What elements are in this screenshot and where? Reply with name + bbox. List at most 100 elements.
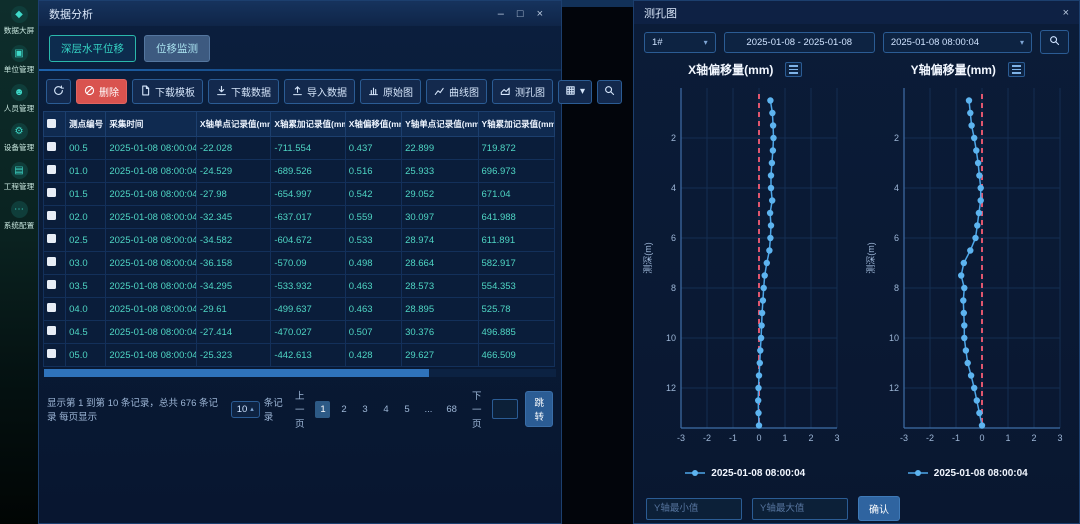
window-titlebar: 数据分析 – □ × <box>39 1 561 26</box>
columns-button[interactable]: ▾ <box>558 80 592 104</box>
toolbar-right: ▾ <box>558 80 622 104</box>
table-row[interactable]: 01.02025-01-08 08:00:04-24.529-689.5260.… <box>44 160 555 183</box>
confirm-button[interactable]: 确认 <box>858 496 900 521</box>
toolbar-button-bar-chart[interactable]: 原始图 <box>360 79 421 104</box>
data-point <box>760 297 766 303</box>
menu-icon[interactable] <box>785 62 802 77</box>
tab-1[interactable]: 深层水平位移 <box>49 35 136 62</box>
pagination-summary: 显示第 1 到第 10 条记录，总共 676 条记录 每页显示 <box>47 395 227 423</box>
row-checkbox[interactable] <box>47 188 56 197</box>
sidebar-item-2[interactable]: ▣单位管理 <box>0 45 38 75</box>
x-chart-title: X轴偏移量(mm) <box>688 61 773 78</box>
toolbar-button-curve-chart[interactable]: 曲线图 <box>426 79 487 104</box>
next-page-button[interactable]: 下一页 <box>468 385 486 433</box>
toolbar-button-area-chart[interactable]: 测孔图 <box>492 79 553 104</box>
table-cell: 2025-01-08 08:00:04 <box>106 344 197 367</box>
settings-icon: ⋯ <box>11 201 28 218</box>
table-cell: 02.0 <box>66 206 106 229</box>
sidebar-item-6[interactable]: ⋯系统配置 <box>0 201 38 231</box>
row-checkbox[interactable] <box>47 349 56 358</box>
file-icon <box>140 85 151 99</box>
y-min-input[interactable] <box>646 498 742 520</box>
row-checkbox[interactable] <box>47 142 56 151</box>
table-cell: 0.533 <box>345 229 401 252</box>
toolbar-button-file[interactable]: 下载模板 <box>132 79 203 104</box>
y-tick-label: 12 <box>889 383 899 393</box>
table-row[interactable]: 04.02025-01-08 08:00:04-29.61-499.6370.4… <box>44 298 555 321</box>
close-icon[interactable]: × <box>1063 7 1069 19</box>
chart-search-button[interactable] <box>1040 30 1069 54</box>
table-row[interactable]: 03.52025-01-08 08:00:04-34.295-533.9320.… <box>44 275 555 298</box>
page-ellipsis: ... <box>420 401 436 418</box>
data-point <box>971 385 977 391</box>
x-chart-legend: 2025-01-08 08:00:04 <box>685 464 805 482</box>
point-select[interactable]: 1# ▾ <box>644 32 716 53</box>
select-all-checkbox[interactable] <box>47 119 56 128</box>
row-checkbox[interactable] <box>47 303 56 312</box>
menu-icon[interactable] <box>1008 62 1025 77</box>
row-checkbox[interactable] <box>47 211 56 220</box>
close-icon[interactable]: × <box>537 8 543 20</box>
sidebar-item-1[interactable]: ◆数据大屏 <box>0 6 38 36</box>
table-cell: 466.509 <box>478 344 555 367</box>
horizontal-scrollbar[interactable] <box>44 369 556 377</box>
page-button-5[interactable]: 5 <box>399 401 414 418</box>
page-button-4[interactable]: 4 <box>378 401 393 418</box>
sidebar-item-label: 数据大屏 <box>4 25 34 35</box>
y-tick-label: 8 <box>894 283 899 293</box>
table-row[interactable]: 04.52025-01-08 08:00:04-27.414-470.0270.… <box>44 321 555 344</box>
table-cell: 496.885 <box>478 321 555 344</box>
table-row[interactable]: 05.02025-01-08 08:00:04-25.323-442.6130.… <box>44 344 555 367</box>
table-row[interactable]: 02.02025-01-08 08:00:04-32.345-637.0170.… <box>44 206 555 229</box>
sidebar-item-5[interactable]: ▤工程管理 <box>0 162 38 192</box>
y-max-input[interactable] <box>752 498 848 520</box>
row-checkbox[interactable] <box>47 234 56 243</box>
page-button-1[interactable]: 1 <box>315 401 330 418</box>
maximize-icon[interactable]: □ <box>517 8 524 20</box>
data-point <box>769 197 775 203</box>
page-button-2[interactable]: 2 <box>336 401 351 418</box>
y-chart-legend: 2025-01-08 08:00:04 <box>908 464 1028 482</box>
table-cell: -637.017 <box>271 206 345 229</box>
toolbar-button-upload[interactable]: 导入数据 <box>284 79 355 104</box>
table-row[interactable]: 01.52025-01-08 08:00:04-27.98-654.9970.5… <box>44 183 555 206</box>
page-button-68[interactable]: 68 <box>442 401 461 418</box>
page-size-value: 10 <box>237 404 248 415</box>
row-checkbox[interactable] <box>47 257 56 266</box>
table-cell: 02.5 <box>66 229 106 252</box>
datetime-select[interactable]: 2025-01-08 08:00:04 ▾ <box>883 32 1032 53</box>
prev-page-button[interactable]: 上一页 <box>291 385 309 433</box>
column-header: X轴累加记录值(mm) <box>271 112 345 137</box>
scrollbar-thumb[interactable] <box>44 369 429 377</box>
page-button-3[interactable]: 3 <box>357 401 372 418</box>
table-row[interactable]: 00.52025-01-08 08:00:04-22.028-711.5540.… <box>44 137 555 160</box>
page-size-select[interactable]: 10 ▴ <box>231 401 260 418</box>
x-tick-label: 2 <box>1031 433 1036 443</box>
table-row[interactable]: 03.02025-01-08 08:00:04-36.158-570.090.4… <box>44 252 555 275</box>
table-row[interactable]: 02.52025-01-08 08:00:04-34.582-604.6720.… <box>44 229 555 252</box>
refresh-button[interactable] <box>46 79 71 104</box>
table-cell: -34.295 <box>196 275 270 298</box>
date-range-picker[interactable]: 2025-01-08 - 2025-01-08 <box>724 32 875 53</box>
data-point <box>973 147 979 153</box>
minimize-icon[interactable]: – <box>498 8 504 20</box>
search-button[interactable] <box>597 80 622 104</box>
y-axis-label: 测深(m) <box>866 242 876 274</box>
row-checkbox[interactable] <box>47 165 56 174</box>
row-checkbox[interactable] <box>47 280 56 289</box>
sidebar-item-3[interactable]: ☻人员管理 <box>0 84 38 114</box>
table-cell: 2025-01-08 08:00:04 <box>106 229 197 252</box>
toolbar-button-download[interactable]: 下载数据 <box>208 79 279 104</box>
y-tick-label: 6 <box>894 233 899 243</box>
jump-button[interactable]: 跳转 <box>525 391 553 427</box>
data-point <box>971 135 977 141</box>
sidebar-item-4[interactable]: ⚙设备管理 <box>0 123 38 153</box>
toolbar-button-delete[interactable]: 删除 <box>76 79 127 104</box>
x-tick-label: 3 <box>835 433 840 443</box>
data-point <box>972 235 978 241</box>
x-tick-label: -3 <box>900 433 908 443</box>
tab-2[interactable]: 位移监测 <box>144 35 210 62</box>
jump-page-input[interactable] <box>492 399 518 419</box>
row-checkbox[interactable] <box>47 326 56 335</box>
table-cell: 0.542 <box>345 183 401 206</box>
